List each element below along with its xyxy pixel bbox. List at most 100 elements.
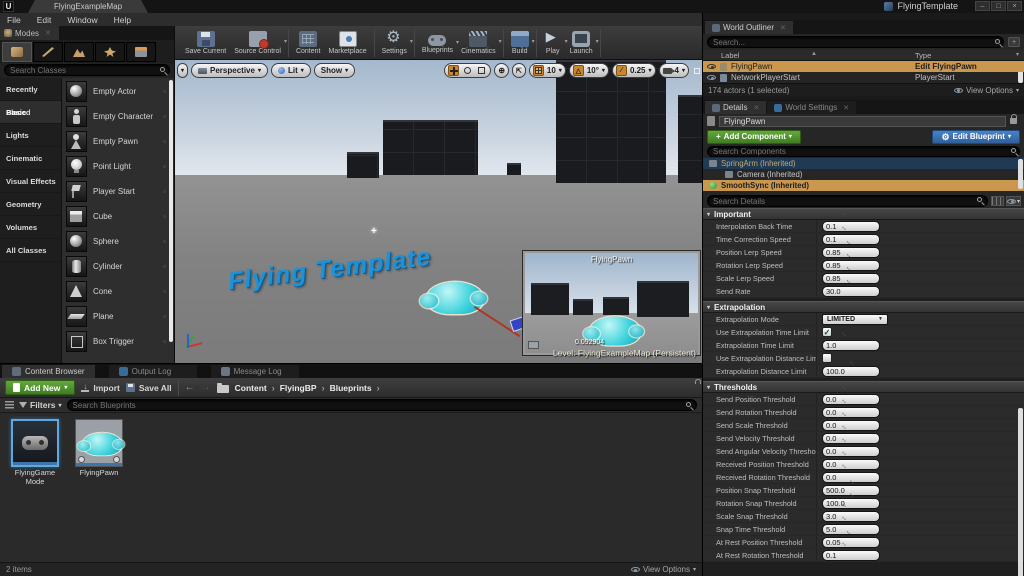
surface-snap-button[interactable]: ⇱ [512, 63, 526, 78]
view-options-button[interactable]: View Options▾ [631, 565, 696, 574]
perspective-button[interactable]: Perspective▾ [191, 63, 268, 78]
toolbar-build-button[interactable]: ▾Build [507, 30, 533, 55]
place-item-empty-actor[interactable]: Empty Actor◦ [62, 79, 174, 104]
asset-flyinggame-mode[interactable]: FlyingGame Mode [8, 419, 62, 486]
toolbar-launch-button[interactable]: ▾Launch [566, 30, 597, 55]
restore-button[interactable]: □ [991, 1, 1006, 11]
tab-world-settings[interactable]: World Settings✕ [767, 101, 856, 114]
category-visual-effects[interactable]: Visual Effects [0, 170, 61, 193]
forward-button[interactable]: → [201, 382, 211, 393]
tab-message-log[interactable]: Message Log [211, 365, 299, 378]
toolbar-marketplace-button[interactable]: Marketplace [324, 30, 370, 55]
place-item-sphere[interactable]: Sphere◦ [62, 229, 174, 254]
import-button[interactable]: ↓ Import [81, 383, 119, 393]
category-basic[interactable]: Basic [0, 101, 61, 124]
extrapolation-time-limit-value[interactable]: 1.0↔ [822, 340, 880, 351]
eye-icon[interactable] [707, 75, 716, 80]
use-extrapolation-distance-limit-checkbox[interactable] [822, 353, 832, 363]
column-label[interactable]: Label [721, 51, 739, 60]
asset-flyingpawn[interactable]: FlyingPawn [72, 419, 126, 478]
flying-pawn-ship[interactable] [427, 282, 483, 314]
close-button[interactable]: × [1007, 1, 1022, 11]
close-icon[interactable]: ✕ [753, 104, 759, 112]
breadcrumb-flyingbp[interactable]: FlyingBP [280, 383, 317, 393]
actor-name-field[interactable]: FlyingPawn [719, 116, 1006, 127]
place-item-cylinder[interactable]: Cylinder◦ [62, 254, 174, 279]
section-header-thresholds[interactable]: ▾Thresholds [703, 381, 1024, 393]
place-item-empty-character[interactable]: Empty Character◦ [62, 104, 174, 129]
close-icon[interactable]: ✕ [45, 29, 51, 37]
section-header-extrapolation[interactable]: ▾Extrapolation [703, 301, 1024, 313]
close-icon[interactable]: ✕ [780, 24, 786, 32]
place-item-plane[interactable]: Plane◦ [62, 304, 174, 329]
at-rest-rotation-threshold-value[interactable]: 0.1↔ [822, 550, 880, 561]
menu-window[interactable]: Window [67, 15, 97, 25]
rotate-tool-icon[interactable] [462, 65, 473, 76]
place-item-box-trigger[interactable]: Box Trigger◦ [62, 329, 174, 354]
filters-button[interactable]: Filters▾ [19, 400, 62, 410]
toolbar-blueprints-button[interactable]: ▾Blueprints [418, 31, 457, 54]
extrapolation-mode-dropdown[interactable]: LIMITED▼ [822, 314, 888, 325]
toolbar-source-control-button[interactable]: ▾Source Control [230, 30, 285, 55]
outliner-row-flyingpawn[interactable]: FlyingPawnEdit FlyingPawn [703, 61, 1024, 72]
outliner-filter-button[interactable]: + [1008, 37, 1020, 47]
breadcrumb-content[interactable]: Content [235, 383, 267, 393]
extrapolation-distance-limit-value[interactable]: 100.0↔ [822, 366, 880, 377]
category-all-classes[interactable]: All Classes [0, 239, 61, 262]
toolbar-content-button[interactable]: Content [292, 30, 325, 55]
mode-tab-geometry[interactable] [126, 42, 156, 62]
send-rate-value[interactable]: 30.0↔ [822, 286, 880, 297]
category-volumes[interactable]: Volumes [0, 216, 61, 239]
tab-world-outliner[interactable]: World Outliner ✕ [705, 21, 793, 34]
place-item-point-light[interactable]: Point Light◦ [62, 154, 174, 179]
toolbar-play-button[interactable]: ▾Play [540, 30, 566, 55]
breadcrumb-blueprints[interactable]: Blueprints [330, 383, 372, 393]
scale-tool-icon[interactable] [476, 65, 487, 76]
grid-snap-control[interactable]: 10▾ [529, 63, 566, 78]
search-components-input[interactable] [707, 146, 1020, 157]
move-tool-icon[interactable] [448, 65, 459, 76]
lock-icon[interactable] [1010, 118, 1017, 124]
modes-tab[interactable]: Modes ✕ [0, 26, 59, 40]
scrollbar[interactable] [1018, 159, 1023, 189]
save-all-button[interactable]: Save All [126, 383, 172, 393]
dropdown-caret-icon[interactable]: ▾ [410, 38, 413, 45]
menu-edit[interactable]: Edit [37, 15, 52, 25]
place-item-cube[interactable]: Cube◦ [62, 204, 174, 229]
eye-icon[interactable] [707, 64, 716, 69]
outliner-search-input[interactable] [707, 36, 1004, 48]
angle-snap-control[interactable]: △ 10°▾ [569, 63, 609, 78]
tab-output-log[interactable]: Output Log [109, 365, 197, 378]
category-cinematic[interactable]: Cinematic [0, 147, 61, 170]
column-settings-icon[interactable] [991, 196, 1004, 206]
toolbar-settings-button[interactable]: ▾Settings [378, 30, 411, 55]
toolbar-cinematics-button[interactable]: ▾Cinematics [457, 30, 500, 55]
menu-file[interactable]: File [7, 15, 21, 25]
section-header-important[interactable]: ▾Important [703, 208, 1024, 220]
tab-details[interactable]: Details✕ [705, 101, 766, 114]
maximize-viewport-button[interactable] [694, 68, 700, 74]
preview-minimize-button[interactable] [528, 341, 539, 349]
view-options-button[interactable]: View Options▾ [954, 86, 1019, 95]
mode-tab-paint[interactable] [33, 42, 63, 62]
camera-speed-control[interactable]: 4▾ [659, 63, 689, 78]
dropdown-caret-icon[interactable]: ▾ [284, 38, 287, 45]
outliner-row-networkplayerstart[interactable]: NetworkPlayerStartPlayerStart [703, 72, 1024, 83]
place-item-empty-pawn[interactable]: Empty Pawn◦ [62, 129, 174, 154]
dropdown-caret-icon[interactable]: ▾ [532, 38, 535, 45]
place-item-cone[interactable]: Cone◦ [62, 279, 174, 304]
scrollbar[interactable] [1018, 408, 1023, 576]
mode-tab-place[interactable] [2, 42, 32, 62]
mode-tab-landscape[interactable] [64, 42, 94, 62]
category-recently-placed[interactable]: Recently Placed [0, 78, 61, 101]
category-lights[interactable]: Lights [0, 124, 61, 147]
dropdown-caret-icon[interactable]: ▾ [596, 38, 599, 45]
world-local-toggle[interactable]: ⊕ [494, 63, 509, 78]
display-filter-button[interactable]: ▾ [1006, 196, 1021, 206]
add-component-button[interactable]: +Add Component▾ [707, 130, 801, 144]
viewport[interactable]: + Flying Template FlyingPawn 0.0 [175, 60, 702, 363]
viewport-options-button[interactable]: ▾ [177, 63, 188, 78]
lit-button[interactable]: Lit▾ [271, 63, 311, 78]
close-icon[interactable]: ✕ [843, 104, 849, 112]
search-classes-input[interactable] [4, 64, 170, 76]
